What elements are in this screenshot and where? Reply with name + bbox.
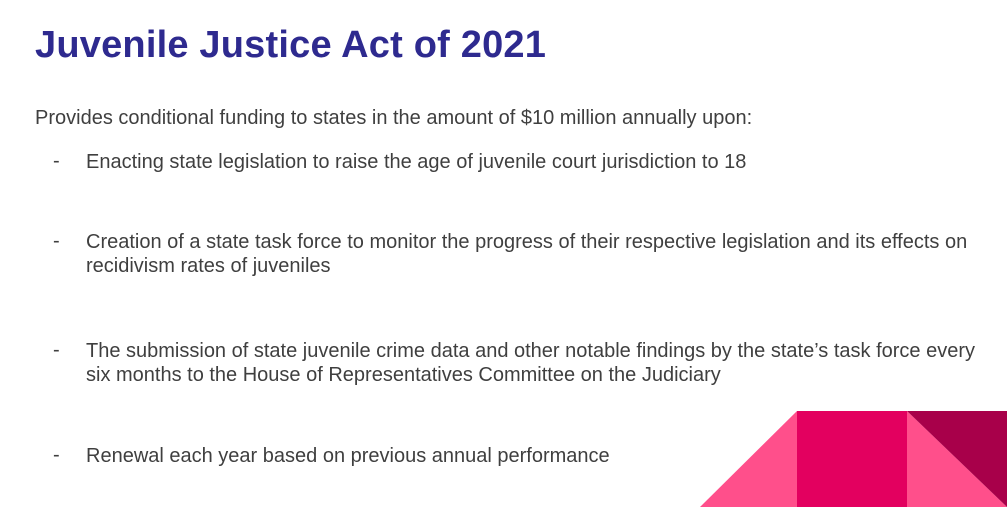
magenta-block	[797, 411, 907, 507]
corner-decoration	[700, 411, 1007, 507]
pink-triangle	[700, 411, 797, 507]
